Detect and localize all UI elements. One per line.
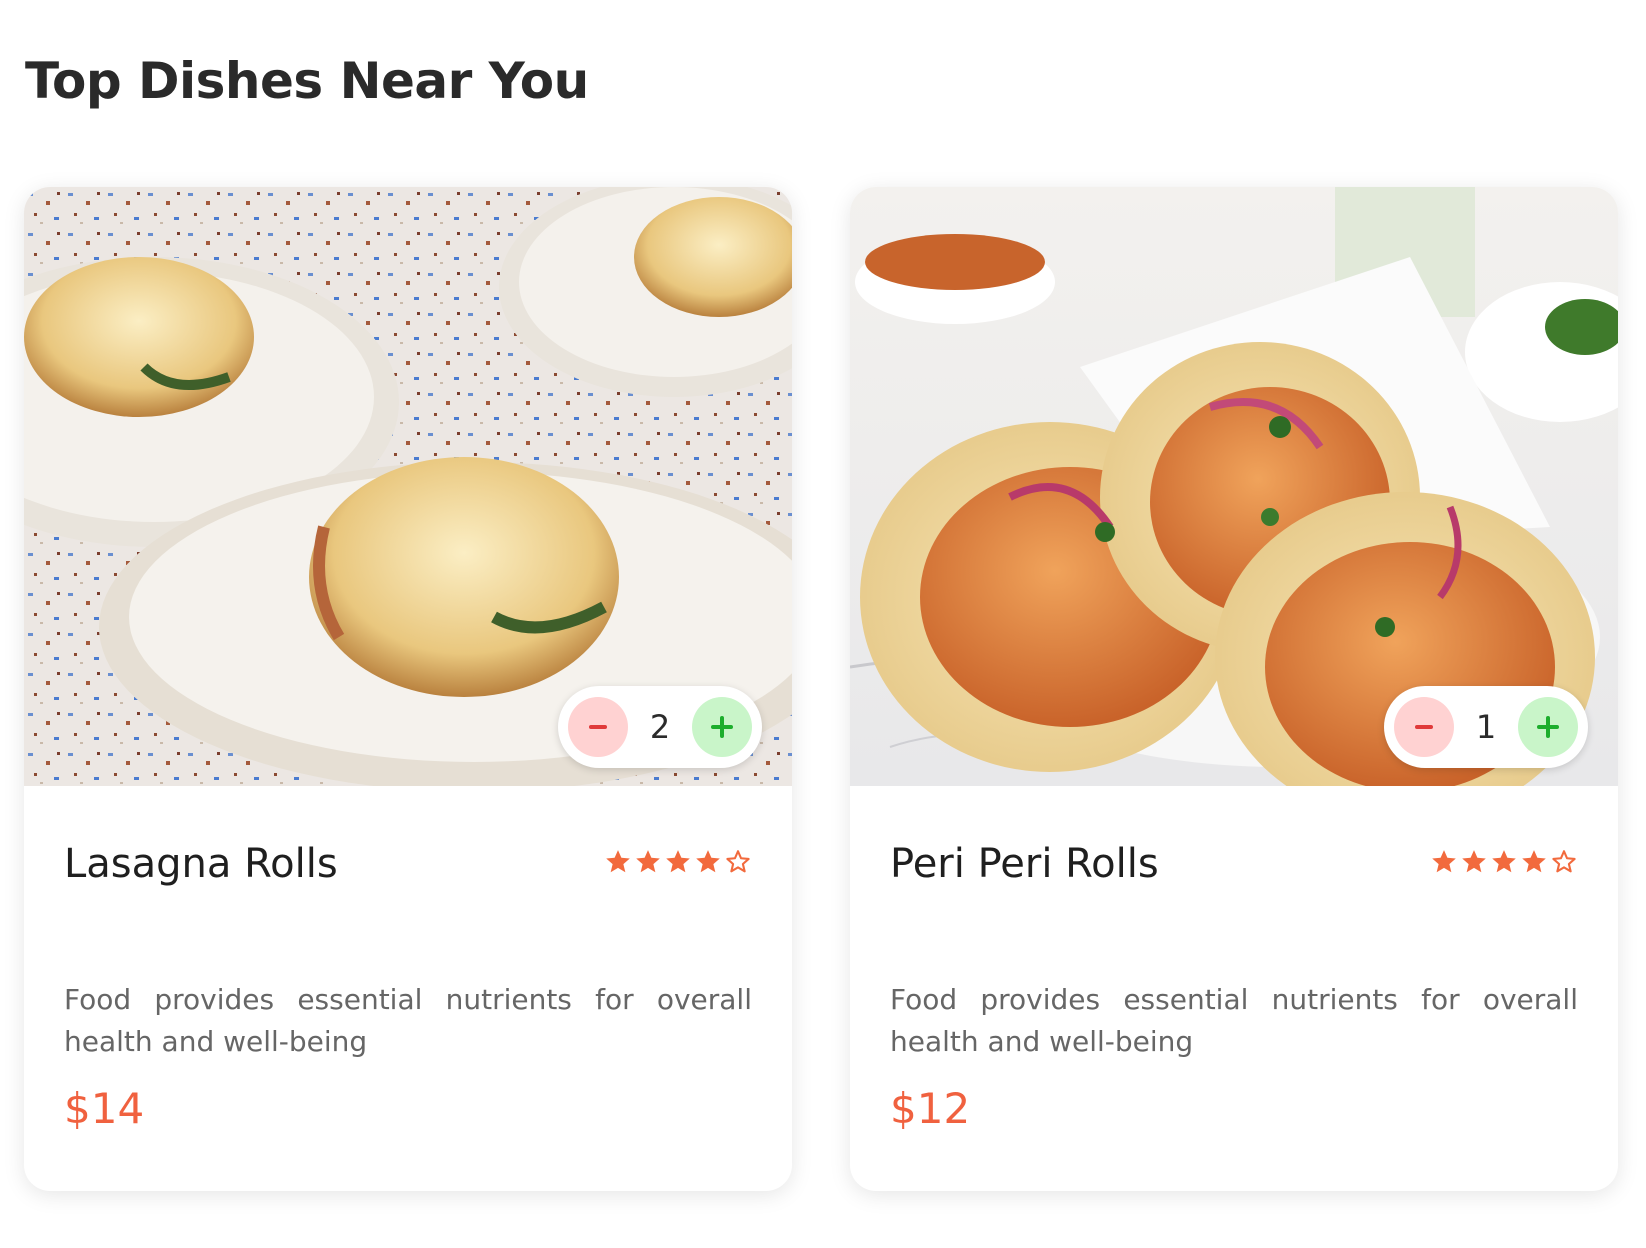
lasagna-rolls-photo: 2	[24, 187, 792, 786]
dish-name: Peri Peri Rolls	[890, 841, 1159, 887]
star-filled-icon	[666, 850, 690, 873]
star-filled-icon	[696, 850, 720, 873]
dish-description: Food provides essential nutrients for ov…	[64, 983, 752, 1058]
plus-icon	[710, 716, 733, 738]
star-filled-icon	[1462, 850, 1486, 873]
minus-icon	[589, 725, 607, 729]
quantity-value: 1	[1475, 708, 1497, 746]
dish-card[interactable]: 1 Peri Peri Rolls Food provides essentia…	[850, 187, 1618, 1191]
dish-price: $12	[890, 1084, 971, 1133]
star-filled-icon	[1492, 850, 1516, 873]
increase-quantity-button[interactable]	[1517, 697, 1578, 757]
dish-name: Lasagna Rolls	[64, 841, 338, 887]
peri-peri-rolls-photo: 1	[850, 187, 1618, 786]
decrease-quantity-button[interactable]	[568, 697, 628, 757]
star-filled-icon	[636, 850, 660, 873]
dish-description: Food provides essential nutrients for ov…	[890, 983, 1578, 1058]
star-empty-icon	[1552, 850, 1576, 873]
decrease-quantity-button[interactable]	[1394, 697, 1454, 757]
star-filled-icon	[1432, 850, 1456, 873]
quantity-stepper[interactable]: 2	[558, 686, 762, 768]
star-rating	[604, 848, 752, 876]
quantity-stepper[interactable]: 1	[1384, 686, 1588, 768]
quantity-value: 2	[649, 708, 671, 746]
page-title: Top Dishes Near You	[25, 52, 589, 110]
minus-icon	[1415, 725, 1433, 729]
star-empty-icon	[726, 850, 750, 873]
dish-card[interactable]: 2 Lasagna Rolls Food provides essential …	[24, 187, 792, 1191]
increase-quantity-button[interactable]	[691, 697, 752, 757]
dish-price: $14	[64, 1084, 145, 1133]
star-filled-icon	[606, 850, 630, 873]
star-filled-icon	[1522, 850, 1546, 873]
plus-icon	[1536, 716, 1559, 738]
star-rating	[1430, 848, 1578, 876]
